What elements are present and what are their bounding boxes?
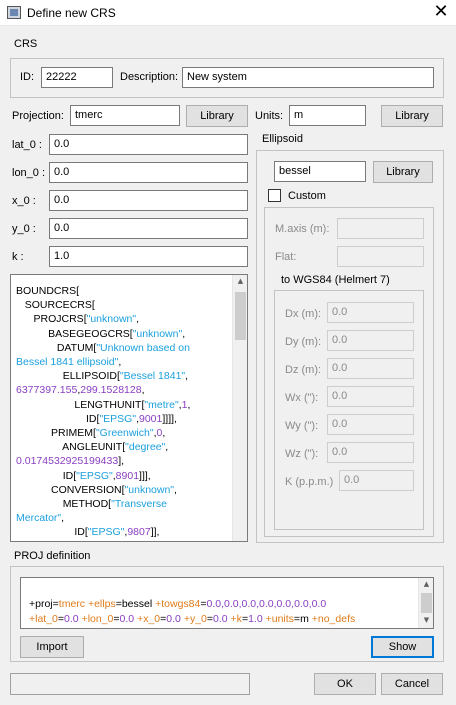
units-label: Units: — [255, 110, 284, 122]
scroll-thumb[interactable] — [235, 292, 246, 340]
wx-label: Wx ("): — [285, 392, 319, 404]
wkt-text: BOUNDCRS[ SOURCECRS[ PROJCRS["unknown", … — [16, 285, 191, 539]
k-ppm-label: K (p.p.m.) — [285, 476, 334, 488]
x0-label: x_0 : — [12, 195, 36, 207]
y0-field[interactable]: 0.0 — [49, 218, 248, 239]
x0-field[interactable]: 0.0 — [49, 190, 248, 211]
projection-library-button[interactable]: Library — [186, 105, 248, 127]
description-field[interactable]: New system — [182, 67, 434, 88]
dx-label: Dx (m): — [285, 308, 322, 320]
dy-field[interactable]: 0.0 — [327, 330, 414, 351]
proj-scrollbar[interactable]: ▲ ▼ — [418, 578, 433, 628]
cancel-button[interactable]: Cancel — [381, 673, 443, 695]
proj-definition-label: PROJ definition — [14, 550, 91, 562]
custom-checkbox[interactable] — [268, 189, 281, 202]
wkt-scrollbar[interactable]: ▲ — [232, 275, 247, 541]
y0-label: y_0 : — [12, 223, 36, 235]
units-library-button[interactable]: Library — [381, 105, 443, 127]
k-field[interactable]: 1.0 — [49, 246, 248, 267]
window-title: Define new CRS — [27, 6, 116, 20]
import-button[interactable]: Import — [20, 636, 84, 658]
proj-line-2: +lat_0=0.0 +lon_0=0.0 +x_0=0.0 +y_0=0.0 … — [29, 613, 356, 625]
proj-scroll-down-icon[interactable]: ▼ — [419, 616, 433, 624]
ellipsoid-library-button[interactable]: Library — [373, 161, 433, 183]
dz-field[interactable]: 0.0 — [327, 358, 414, 379]
custom-label: Custom — [288, 190, 326, 202]
lat0-label: lat_0 : — [12, 139, 42, 151]
id-field[interactable]: 22222 — [41, 67, 113, 88]
ok-button[interactable]: OK — [314, 673, 376, 695]
towgs84-group-box — [274, 290, 424, 530]
proj-scroll-up-icon[interactable]: ▲ — [419, 580, 433, 588]
crs-group-label: CRS — [14, 38, 38, 50]
dz-label: Dz (m): — [285, 364, 322, 376]
id-label: ID: — [20, 71, 35, 83]
towgs84-label: to WGS84 (Helmert 7) — [281, 274, 390, 286]
scroll-up-icon[interactable]: ▲ — [233, 277, 247, 285]
show-button[interactable]: Show — [371, 636, 434, 658]
k-ppm-field[interactable]: 0.0 — [339, 470, 414, 491]
wz-label: Wz ("): — [285, 448, 319, 460]
dx-field[interactable]: 0.0 — [327, 302, 414, 323]
proj-definition-textarea[interactable]: +proj=tmerc +ellps=bessel +towgs84=0.0,0… — [20, 577, 434, 629]
app-icon — [7, 6, 21, 19]
lon0-field[interactable]: 0.0 — [49, 162, 248, 183]
wy-label: Wy ("): — [285, 420, 319, 432]
maxis-field[interactable] — [337, 218, 424, 239]
units-field[interactable]: m — [289, 105, 366, 126]
wkt-textarea[interactable]: BOUNDCRS[ SOURCECRS[ PROJCRS["unknown", … — [10, 274, 248, 542]
maxis-label: M.axis (m): — [275, 223, 330, 235]
k-label: k : — [12, 251, 24, 263]
flat-field[interactable] — [337, 246, 424, 267]
projection-field[interactable]: tmerc — [70, 105, 180, 126]
wz-field[interactable]: 0.0 — [327, 442, 414, 463]
close-icon[interactable]: ✕ — [430, 2, 452, 24]
dy-label: Dy (m): — [285, 336, 322, 348]
wx-field[interactable]: 0.0 — [327, 386, 414, 407]
description-label: Description: — [120, 71, 179, 83]
status-field — [10, 673, 250, 695]
lon0-label: lon_0 : — [12, 167, 46, 179]
projection-label: Projection: — [12, 110, 64, 122]
wy-field[interactable]: 0.0 — [327, 414, 414, 435]
ellipsoid-label: Ellipsoid — [262, 133, 303, 145]
ellipsoid-field[interactable]: bessel — [274, 161, 366, 182]
flat-label: Flat: — [275, 251, 297, 263]
proj-scroll-thumb[interactable] — [421, 593, 432, 613]
lat0-field[interactable]: 0.0 — [49, 134, 248, 155]
proj-line-1: +proj=tmerc +ellps=bessel +towgs84=0.0,0… — [29, 598, 327, 610]
